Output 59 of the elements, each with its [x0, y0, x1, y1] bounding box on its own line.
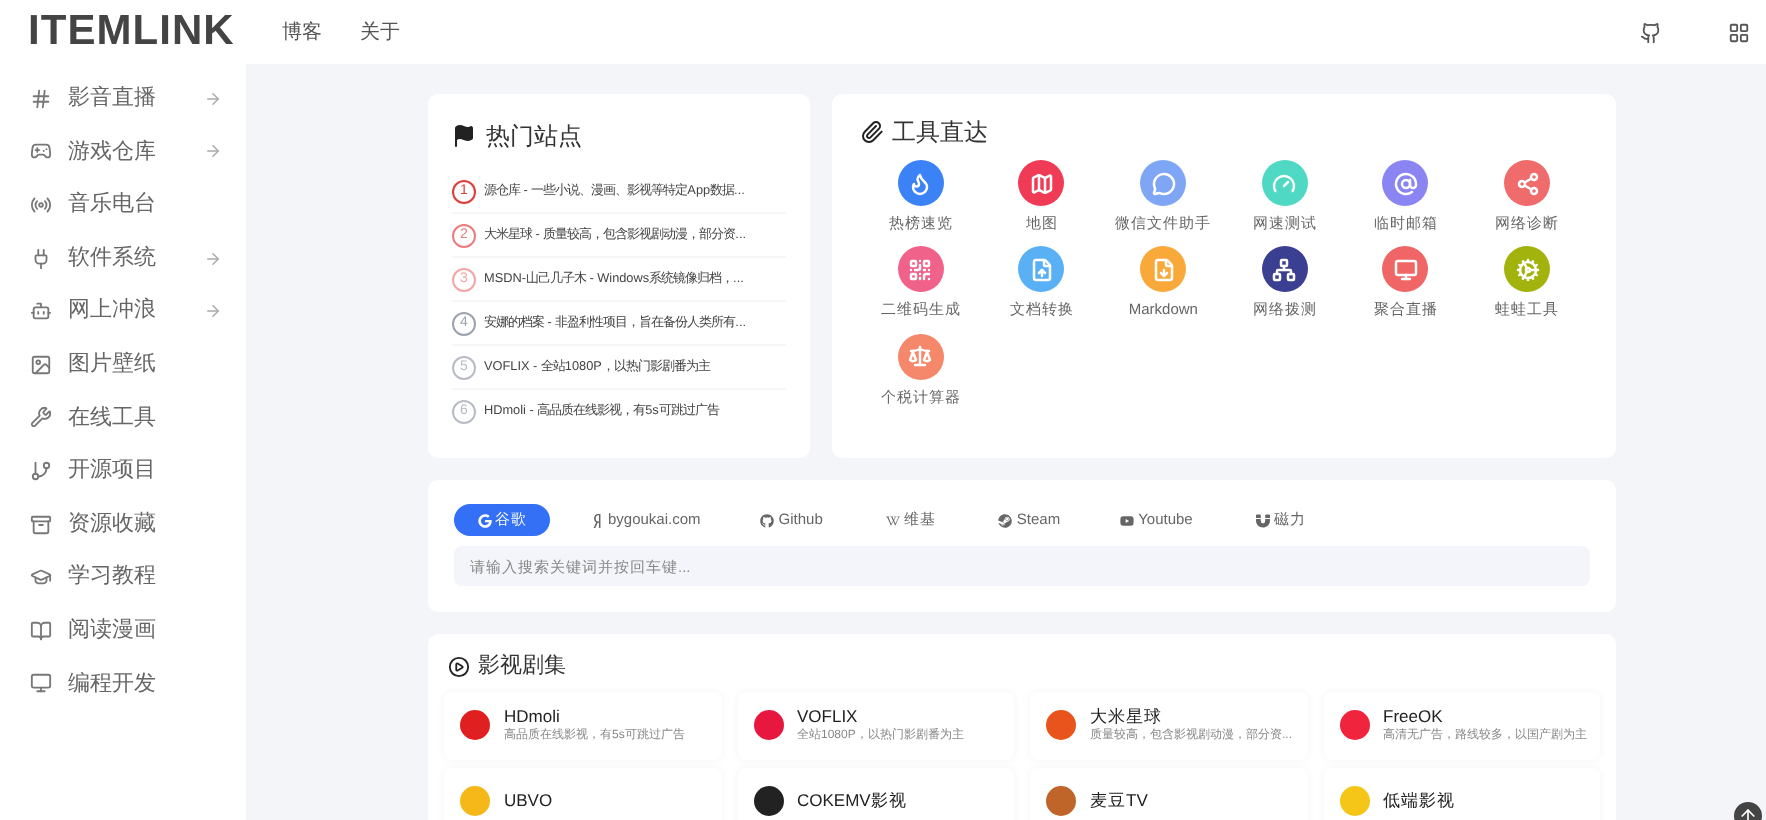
- site-name: FreeOK: [1383, 703, 1445, 728]
- site-name: HDmoli: [504, 703, 562, 728]
- sidebar-item[interactable]: 图片壁纸: [0, 337, 246, 392]
- plug-icon: [30, 247, 52, 270]
- arrow-right-icon: [204, 89, 222, 108]
- monitor-icon: [30, 672, 52, 695]
- gamepad-icon: [30, 140, 52, 163]
- site-name: 低端影视: [1383, 788, 1455, 814]
- arrow-up-icon: [1738, 805, 1758, 820]
- nav-link[interactable]: 博客: [282, 17, 322, 47]
- branch-icon: [30, 459, 52, 482]
- sidebar-item[interactable]: 音乐电台: [0, 178, 246, 232]
- sidebar-item[interactable]: 编程开发: [0, 657, 246, 711]
- play-icon: [1120, 513, 1135, 527]
- site-card[interactable]: 麦豆TV: [1030, 767, 1307, 820]
- arrow-right-icon: [204, 302, 222, 321]
- sidebar-item[interactable]: 游戏仓库: [0, 125, 246, 179]
- graduation-cap-icon: [30, 566, 52, 589]
- magnet-icon: [1255, 513, 1270, 527]
- github-icon: [760, 513, 775, 527]
- arrow-right-icon: [204, 142, 222, 161]
- hash-icon: [30, 87, 52, 110]
- sidebar-item[interactable]: 影音直播: [0, 72, 246, 126]
- flag-icon: [452, 124, 476, 148]
- archive-icon: [30, 513, 52, 536]
- card-title: 影视剧集: [478, 652, 566, 682]
- sidebar-item[interactable]: 资源收藏: [0, 497, 246, 551]
- logo[interactable]: ITEMLINK: [0, 0, 246, 64]
- book-icon: [30, 619, 52, 642]
- site-name: VOFLIX: [797, 703, 860, 728]
- y-letter-icon: [590, 513, 604, 527]
- radio-icon: [30, 193, 52, 216]
- sidebar-item[interactable]: 网上冲浪: [0, 284, 246, 338]
- site-name: 麦豆TV: [1090, 788, 1148, 814]
- site-card[interactable]: 低端影视: [1323, 767, 1600, 820]
- sidebar-item[interactable]: 软件系统: [0, 231, 246, 285]
- sidebar-item[interactable]: 学习教程: [0, 550, 246, 604]
- github-icon[interactable]: [1640, 21, 1662, 43]
- sidebar-item[interactable]: 在线工具: [0, 391, 246, 445]
- site-name: UBVO: [504, 788, 553, 814]
- image-icon: [30, 353, 52, 376]
- play-circle-icon: [448, 655, 470, 678]
- card-title: 工具直达: [892, 116, 988, 150]
- sidebar-item[interactable]: 阅读漫画: [0, 603, 246, 658]
- site-name: COKEMV影视: [797, 788, 907, 814]
- site-name: 大米星球: [1090, 703, 1164, 728]
- site-card[interactable]: UBVO: [444, 767, 721, 820]
- card-title: 热门站点: [486, 120, 582, 154]
- sidebar-item[interactable]: 开源项目: [0, 444, 246, 498]
- w-letter-icon: [885, 513, 900, 527]
- paperclip-icon: [860, 120, 884, 144]
- robot-icon: [30, 300, 52, 323]
- steam-icon: [998, 513, 1013, 527]
- wrench-icon: [30, 406, 52, 429]
- google-icon: [477, 513, 491, 527]
- nav-link[interactable]: 关于: [360, 17, 400, 47]
- arrow-right-icon: [204, 249, 222, 268]
- site-card[interactable]: COKEMV影视: [737, 767, 1014, 820]
- grid-icon[interactable]: [1728, 21, 1750, 43]
